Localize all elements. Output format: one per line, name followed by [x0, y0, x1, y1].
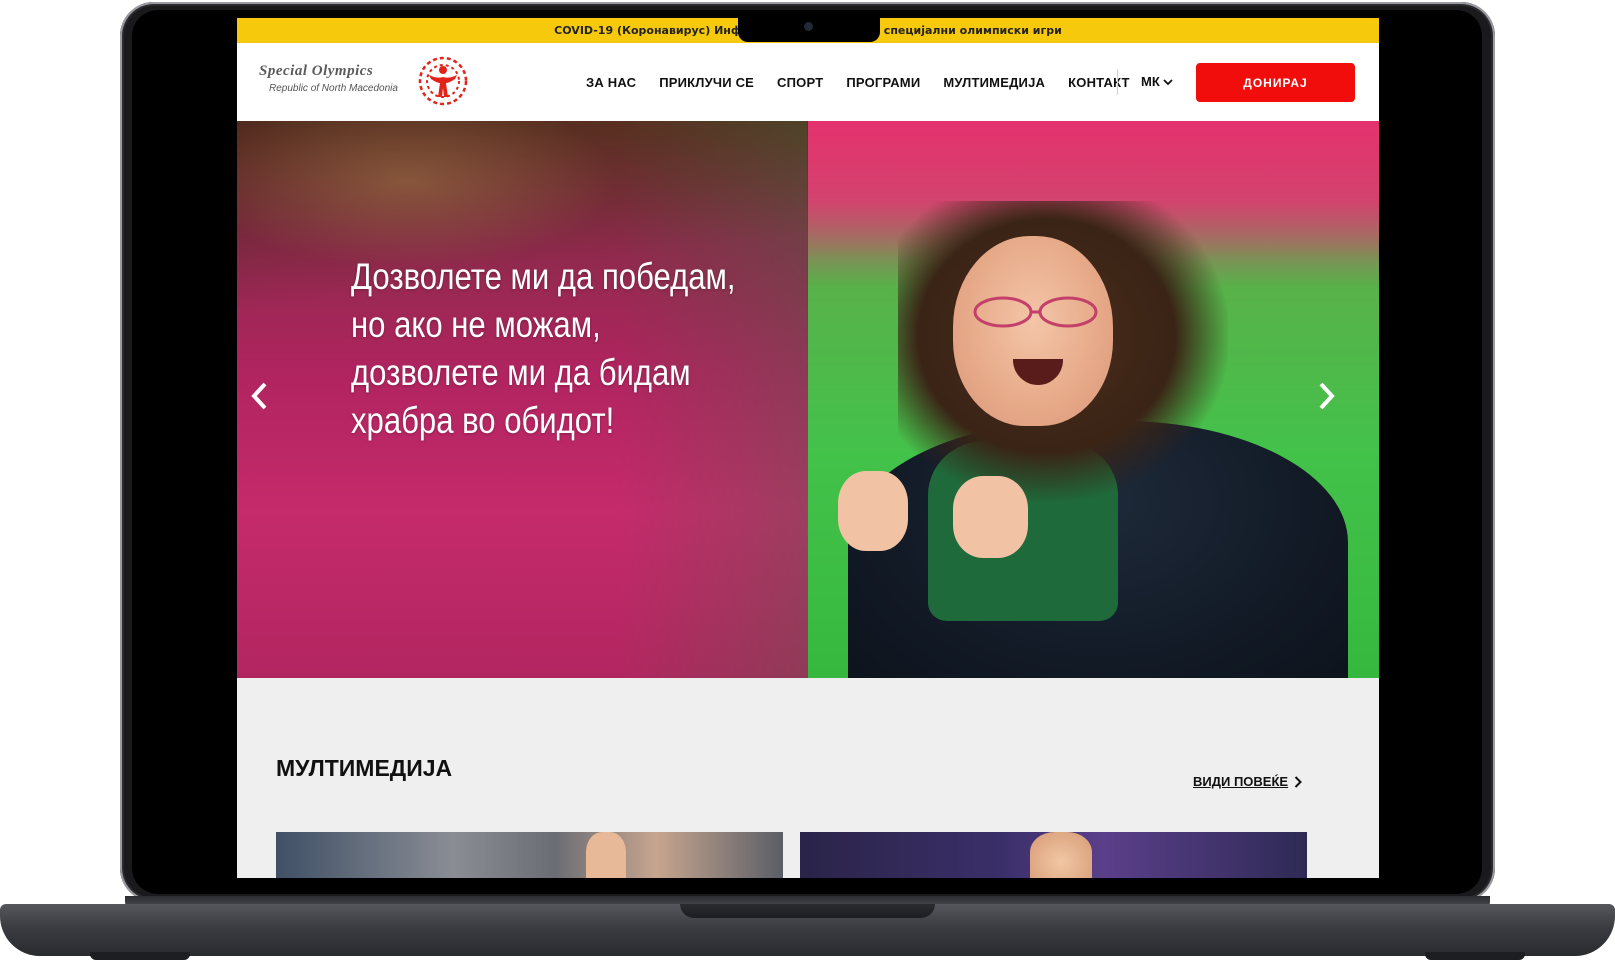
multimedia-card[interactable] — [276, 832, 783, 878]
hero-quote-line: Дозволете ми да победам, — [351, 256, 736, 297]
laptop-foot-left — [90, 952, 190, 960]
hero-quote-line: дозволете ми да бидам — [351, 352, 691, 393]
site-header: Special Olympics Republic of North Maced… — [237, 43, 1379, 121]
camera-icon — [804, 22, 813, 31]
nav-item-join[interactable]: ПРИКЛУЧИ СЕ — [659, 75, 754, 90]
main-navigation: ЗА НАС ПРИКЛУЧИ СЕ СПОРТ ПРОГРАМИ МУЛТИМ… — [586, 43, 1153, 121]
multimedia-card[interactable] — [800, 832, 1307, 878]
language-label[interactable]: МК — [1141, 74, 1160, 89]
hero-slider: Дозволете ми да победам, но ако не можам… — [237, 121, 1379, 678]
nav-item-about[interactable]: ЗА НАС — [586, 75, 636, 90]
hero-quote-line: храбра во обидот! — [351, 400, 615, 441]
see-more-label[interactable]: ВИДИ ПОВЕЌЕ — [1193, 774, 1288, 789]
hero-athlete-photo — [808, 121, 1379, 678]
nav-divider — [1117, 69, 1118, 95]
covid-bar-text-left[interactable]: COVID-19 (Коронавирус) Инф — [554, 24, 742, 37]
multimedia-section: МУЛТИМЕДИЈА ВИДИ ПОВЕЌЕ — [237, 678, 1379, 878]
card-thumbnail — [1030, 832, 1092, 878]
laptop-foot-right — [1425, 952, 1525, 960]
hero-quote: Дозволете ми да победам, но ако не можам… — [351, 253, 736, 445]
hero-quote-line: но ако не можам, — [351, 304, 601, 345]
nav-item-contact[interactable]: КОНТАКТ — [1068, 75, 1130, 90]
section-title: МУЛТИМЕДИЈА — [276, 755, 453, 781]
chevron-left-icon — [251, 382, 267, 410]
language-selector[interactable]: МК — [1141, 74, 1173, 89]
donate-button[interactable]: ДОНИРАЈ — [1196, 63, 1355, 102]
card-thumbnail — [586, 832, 626, 878]
slider-next-button[interactable] — [1311, 376, 1341, 416]
laptop-opening-notch — [680, 904, 935, 918]
chevron-right-icon — [1294, 775, 1302, 788]
slider-prev-button[interactable] — [245, 376, 275, 416]
see-more-link[interactable]: ВИДИ ПОВЕЌЕ — [1193, 774, 1302, 789]
covid-bar-text-right[interactable]: специјални олимписки игри — [884, 24, 1062, 37]
chevron-down-icon — [1163, 78, 1173, 85]
logo-subtitle: Republic of North Macedonia — [269, 83, 398, 94]
nav-item-multimedia[interactable]: МУЛТИМЕДИЈА — [943, 75, 1045, 90]
special-olympics-logo[interactable]: Special Olympics Republic of North Maced… — [259, 55, 474, 109]
special-olympics-mark-icon — [418, 56, 468, 106]
nav-item-sport[interactable]: СПОРТ — [777, 75, 823, 90]
logo-title: Special Olympics — [259, 63, 374, 79]
website-screen: COVID-19 (Коронавирус) Инф специјални ол… — [237, 18, 1379, 878]
chevron-right-icon — [1319, 382, 1335, 410]
nav-item-programs[interactable]: ПРОГРАМИ — [846, 75, 920, 90]
